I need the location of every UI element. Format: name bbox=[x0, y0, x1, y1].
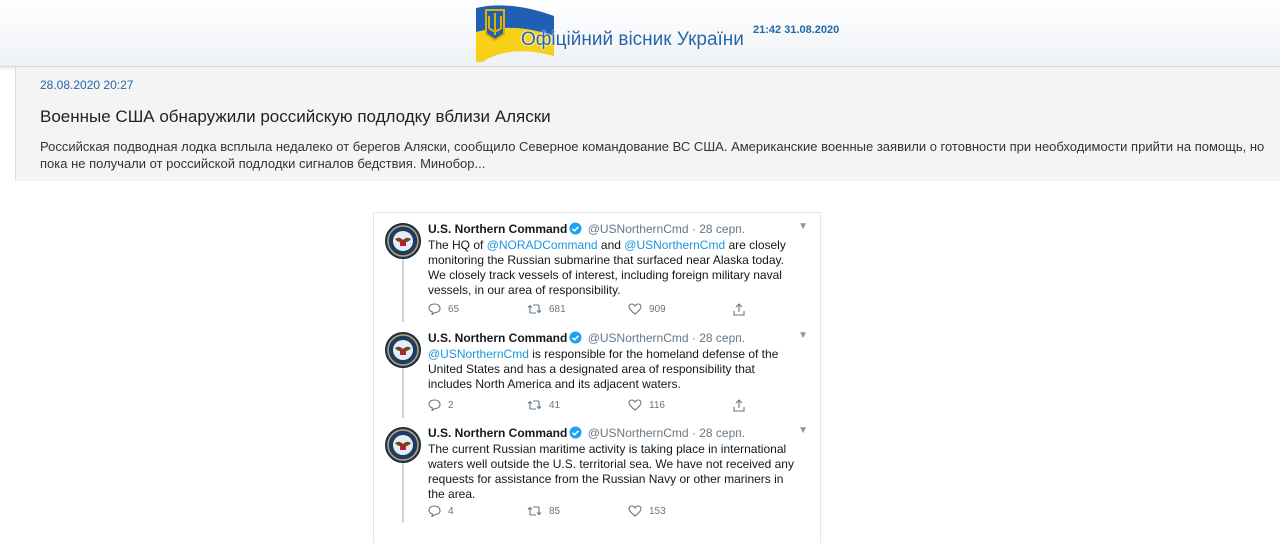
like-button[interactable]: 909 bbox=[628, 303, 666, 315]
verified-badge-icon bbox=[569, 222, 582, 235]
tweet-header: U.S. Northern Command @USNorthernCmd · 2… bbox=[428, 426, 745, 440]
separator: · bbox=[691, 331, 696, 345]
heart-icon bbox=[628, 399, 642, 411]
tweet-text: @USNorthernCmd is responsible for the ho… bbox=[428, 347, 798, 392]
like-button[interactable]: 153 bbox=[628, 505, 666, 517]
author-name[interactable]: U.S. Northern Command bbox=[428, 331, 567, 345]
heart-icon bbox=[628, 303, 642, 315]
like-count: 909 bbox=[649, 303, 666, 315]
reply-button[interactable]: 2 bbox=[428, 399, 454, 411]
retweet-count: 681 bbox=[549, 303, 566, 315]
tweet-text-segment: The current Russian maritime activity is… bbox=[428, 442, 794, 501]
reply-button[interactable]: 65 bbox=[428, 303, 459, 315]
tweet-actions: 4 85 153 bbox=[428, 505, 758, 521]
tweet-text-segment: The HQ of bbox=[428, 238, 487, 252]
retweet-count: 41 bbox=[549, 399, 561, 411]
thread-line bbox=[402, 368, 404, 418]
reply-icon bbox=[428, 399, 441, 411]
reply-button[interactable]: 4 bbox=[428, 505, 454, 517]
tweet[interactable]: U.S. Northern Command @USNorthernCmd · 2… bbox=[374, 213, 820, 322]
author-handle[interactable]: @USNorthernCmd bbox=[588, 222, 689, 236]
retweet-icon bbox=[527, 506, 542, 516]
retweet-count: 85 bbox=[549, 505, 561, 517]
tweet-actions: 2 41 116 bbox=[428, 399, 758, 415]
tweet-date[interactable]: 28 серп. bbox=[699, 222, 745, 236]
thread-line bbox=[402, 259, 404, 322]
retweet-button[interactable]: 681 bbox=[527, 303, 566, 315]
author-handle[interactable]: @USNorthernCmd bbox=[588, 331, 689, 345]
avatar[interactable] bbox=[385, 427, 421, 463]
tweet-header: U.S. Northern Command @USNorthernCmd · 2… bbox=[428, 222, 745, 236]
eagle-seal-icon bbox=[387, 334, 419, 366]
chevron-down-icon[interactable]: ▼ bbox=[798, 330, 808, 341]
verified-badge-icon bbox=[569, 331, 582, 344]
tweet[interactable]: U.S. Northern Command @USNorthernCmd · 2… bbox=[374, 322, 820, 418]
mention-link[interactable]: @USNorthernCmd bbox=[624, 238, 725, 252]
retweet-icon bbox=[527, 400, 542, 410]
twitter-thread-embed: U.S. Northern Command @USNorthernCmd · 2… bbox=[373, 212, 821, 543]
mention-link[interactable]: @USNorthernCmd bbox=[428, 347, 529, 361]
article-title[interactable]: Военные США обнаружили российскую подлод… bbox=[40, 107, 551, 127]
separator: · bbox=[691, 426, 696, 440]
chevron-down-icon[interactable]: ▼ bbox=[798, 425, 808, 436]
tweet-date[interactable]: 28 серп. bbox=[699, 331, 745, 345]
tweet[interactable]: U.S. Northern Command @USNorthernCmd · 2… bbox=[374, 417, 820, 523]
share-icon bbox=[733, 399, 745, 412]
tweet-text-segment: and bbox=[597, 238, 625, 252]
reply-count: 2 bbox=[448, 399, 454, 411]
thread-line bbox=[402, 463, 404, 523]
like-button[interactable]: 116 bbox=[628, 399, 665, 411]
author-handle[interactable]: @USNorthernCmd bbox=[588, 426, 689, 440]
retweet-button[interactable]: 41 bbox=[527, 399, 560, 411]
like-count: 116 bbox=[649, 399, 665, 411]
separator: · bbox=[691, 222, 696, 236]
avatar[interactable] bbox=[385, 223, 421, 259]
tweet-date[interactable]: 28 серп. bbox=[699, 426, 745, 440]
share-button[interactable] bbox=[733, 399, 752, 412]
reply-count: 65 bbox=[448, 303, 460, 315]
site-header: Офіційний вісник України 21:42 31.08.202… bbox=[0, 0, 1280, 67]
reply-icon bbox=[428, 303, 441, 315]
retweet-button[interactable]: 85 bbox=[527, 505, 560, 517]
verified-badge-icon bbox=[569, 426, 582, 439]
reply-icon bbox=[428, 505, 441, 517]
tweet-header: U.S. Northern Command @USNorthernCmd · 2… bbox=[428, 331, 745, 345]
header-time: 21:42 31.08.2020 bbox=[753, 24, 840, 36]
eagle-seal-icon bbox=[387, 225, 419, 257]
tweet-actions: 65 681 909 bbox=[428, 303, 758, 319]
chevron-down-icon[interactable]: ▼ bbox=[798, 221, 808, 232]
tweet-text: The HQ of @NORADCommand and @USNorthernC… bbox=[428, 238, 798, 298]
tweet-text: The current Russian maritime activity is… bbox=[428, 442, 798, 502]
article-card: 28.08.2020 20:27 Военные США обнаружили … bbox=[15, 67, 1280, 181]
avatar[interactable] bbox=[385, 332, 421, 368]
eagle-seal-icon bbox=[387, 429, 419, 461]
heart-icon bbox=[628, 505, 642, 517]
reply-count: 4 bbox=[448, 505, 454, 517]
like-count: 153 bbox=[649, 505, 666, 517]
share-icon bbox=[733, 303, 745, 316]
site-title[interactable]: Офіційний вісник України bbox=[521, 29, 744, 51]
article-lead: Российская подводная лодка всплыла недал… bbox=[40, 139, 1265, 171]
mention-link[interactable]: @NORADCommand bbox=[487, 238, 598, 252]
retweet-icon bbox=[527, 304, 542, 314]
author-name[interactable]: U.S. Northern Command bbox=[428, 426, 567, 440]
author-name[interactable]: U.S. Northern Command bbox=[428, 222, 567, 236]
share-button[interactable] bbox=[733, 303, 752, 316]
article-date: 28.08.2020 20:27 bbox=[40, 78, 134, 92]
